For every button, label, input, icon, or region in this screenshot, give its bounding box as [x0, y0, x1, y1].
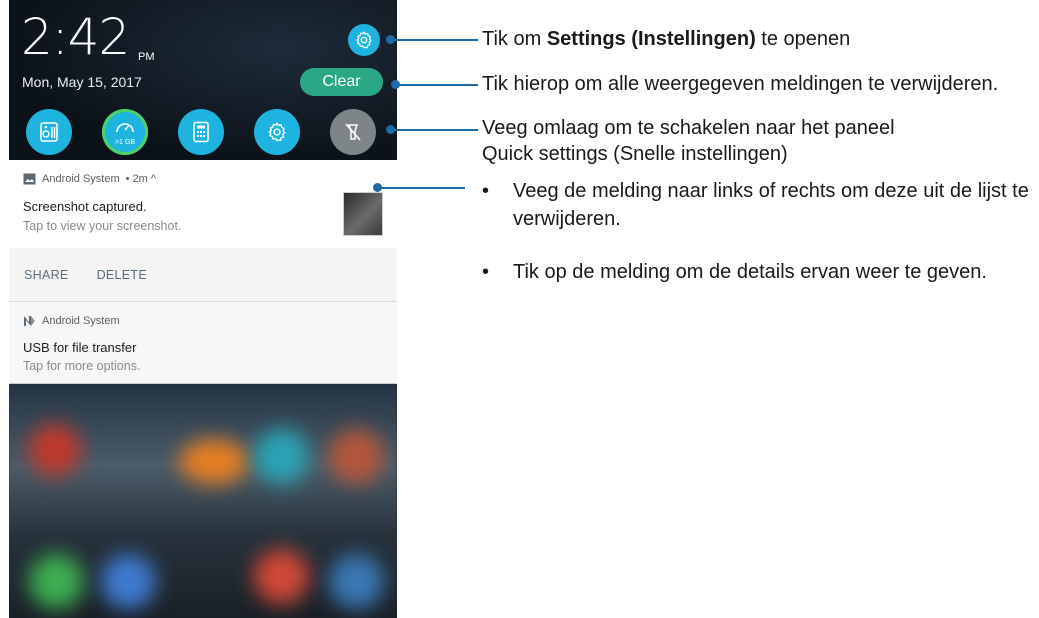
clock-ampm: PM — [138, 51, 155, 63]
notification-header: Android System — [23, 315, 120, 327]
clock-time: 2:42 — [21, 8, 130, 66]
annotation-quick-line2: Quick settings (Snelle instellingen) — [482, 143, 788, 165]
callout-line — [377, 187, 465, 189]
status-panel: 2:42 PM Mon, May 15, 2017 Clear >1 GB — [9, 0, 397, 160]
notification-screenshot-body[interactable]: Android System • 2m ^ Screenshot capture… — [9, 160, 397, 248]
clear-all-button[interactable]: Clear — [300, 68, 383, 96]
notification-screenshot[interactable]: Android System • 2m ^ Screenshot capture… — [9, 160, 397, 301]
delete-button[interactable]: DELETE — [97, 268, 147, 282]
quick-setting-settings[interactable] — [254, 109, 300, 155]
annotation-quick-line1: Veeg omlaag om te schakelen naar het pan… — [482, 117, 895, 139]
phone-screen: 2:42 PM Mon, May 15, 2017 Clear >1 GB An… — [9, 0, 397, 618]
callout-line — [390, 39, 478, 41]
date-label: Mon, May 15, 2017 — [22, 74, 142, 90]
callout-line — [390, 129, 478, 131]
app-icon-blur — [329, 554, 384, 609]
notification-subtitle: Tap for more options. — [23, 359, 141, 373]
annotation-settings-post: te openen — [755, 28, 851, 50]
notification-app-name: Android System — [42, 173, 120, 185]
app-icon-blur — [329, 429, 384, 484]
settings-icon — [268, 122, 286, 142]
quick-setting-memory-boost[interactable]: >1 GB — [102, 109, 148, 155]
sound-settings-icon — [40, 122, 58, 142]
bullet-mark: • — [482, 180, 490, 202]
notification-app-name: Android System — [42, 315, 120, 327]
bullet-mark: • — [482, 261, 490, 283]
app-icon-blur — [179, 439, 249, 484]
memory-caption: >1 GB — [114, 139, 136, 146]
notification-header: Android System • 2m ^ — [23, 173, 156, 185]
flashlight-off-icon — [345, 123, 361, 141]
android-n-icon — [24, 316, 35, 326]
annotation-clear: Tik hierop om alle weergegeven meldingen… — [482, 73, 999, 95]
app-icon-blur — [29, 554, 84, 609]
app-icon-blur — [254, 549, 309, 604]
annotation-settings: Tik om Settings (Instellingen) te openen — [482, 25, 850, 53]
notification-usb[interactable]: Android System USB for file transfer Tap… — [9, 302, 397, 384]
blurred-home-screen — [9, 384, 397, 618]
annotation-settings-bold: Settings (Instellingen) — [546, 28, 756, 50]
quick-setting-calculator[interactable] — [178, 109, 224, 155]
share-button[interactable]: SHARE — [24, 268, 69, 282]
gear-icon — [356, 31, 372, 49]
screenshot-thumbnail — [343, 192, 383, 236]
image-icon — [23, 173, 36, 185]
app-icon-blur — [101, 554, 156, 609]
quick-setting-sound[interactable] — [26, 109, 72, 155]
annotation-bullet2: Tik op de melding om de details ervan we… — [513, 261, 987, 283]
notification-title: USB for file transfer — [23, 340, 137, 355]
notification-meta: • 2m ^ — [125, 173, 157, 185]
callout-line — [395, 84, 478, 86]
app-icon-blur — [29, 424, 81, 476]
annotation-bullet1: Veeg de melding naar links of rechts om … — [513, 180, 1029, 230]
notification-subtitle: Tap to view your screenshot. — [23, 219, 182, 233]
app-icon-blur — [254, 429, 309, 484]
settings-button[interactable] — [348, 24, 380, 56]
annotation-settings-pre: Tik om — [482, 28, 547, 50]
notification-title: Screenshot captured. — [23, 199, 147, 214]
quick-setting-flashlight[interactable] — [330, 109, 376, 155]
notification-actions: SHARE DELETE — [9, 248, 397, 301]
calculator-icon — [193, 121, 209, 143]
memory-boost-icon — [116, 123, 134, 133]
